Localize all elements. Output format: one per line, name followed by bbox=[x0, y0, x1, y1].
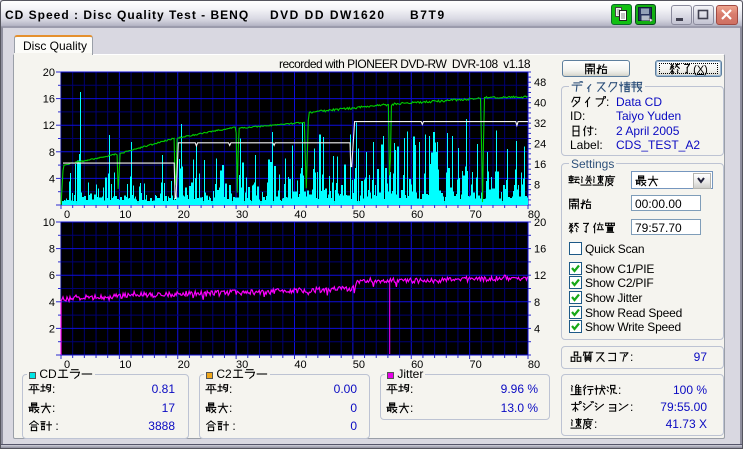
svg-text:0: 0 bbox=[64, 209, 70, 221]
svg-text:4: 4 bbox=[534, 323, 540, 335]
svg-text:20: 20 bbox=[178, 209, 190, 221]
svg-text:16: 16 bbox=[534, 244, 546, 256]
svg-text:20: 20 bbox=[534, 217, 546, 229]
svg-text:4: 4 bbox=[49, 173, 55, 185]
svg-text:30: 30 bbox=[236, 209, 248, 221]
svg-text:40: 40 bbox=[534, 98, 546, 110]
svg-text:70: 70 bbox=[469, 359, 481, 371]
svg-text:8: 8 bbox=[534, 297, 540, 309]
svg-text:70: 70 bbox=[469, 209, 481, 221]
svg-text:16: 16 bbox=[534, 159, 546, 171]
svg-text:8: 8 bbox=[534, 180, 540, 192]
svg-text:8: 8 bbox=[49, 147, 55, 159]
svg-text:20: 20 bbox=[43, 67, 55, 79]
svg-text:12: 12 bbox=[43, 120, 55, 132]
svg-text:12: 12 bbox=[534, 270, 546, 282]
svg-text:6: 6 bbox=[49, 270, 55, 282]
svg-text:16: 16 bbox=[43, 94, 55, 106]
svg-text:10: 10 bbox=[43, 217, 55, 229]
svg-text:4: 4 bbox=[49, 297, 55, 309]
svg-text:10: 10 bbox=[119, 209, 131, 221]
svg-text:10: 10 bbox=[119, 359, 131, 371]
svg-text:2: 2 bbox=[49, 323, 55, 335]
svg-text:40: 40 bbox=[294, 209, 306, 221]
svg-text:50: 50 bbox=[353, 209, 365, 221]
svg-text:80: 80 bbox=[528, 359, 540, 371]
svg-text:60: 60 bbox=[411, 209, 423, 221]
svg-text:40: 40 bbox=[294, 359, 306, 371]
svg-text:20: 20 bbox=[178, 359, 190, 371]
svg-text:32: 32 bbox=[534, 118, 546, 130]
svg-text:24: 24 bbox=[534, 139, 546, 151]
svg-text:50: 50 bbox=[353, 359, 365, 371]
svg-text:8: 8 bbox=[49, 244, 55, 256]
svg-text:48: 48 bbox=[534, 77, 546, 89]
